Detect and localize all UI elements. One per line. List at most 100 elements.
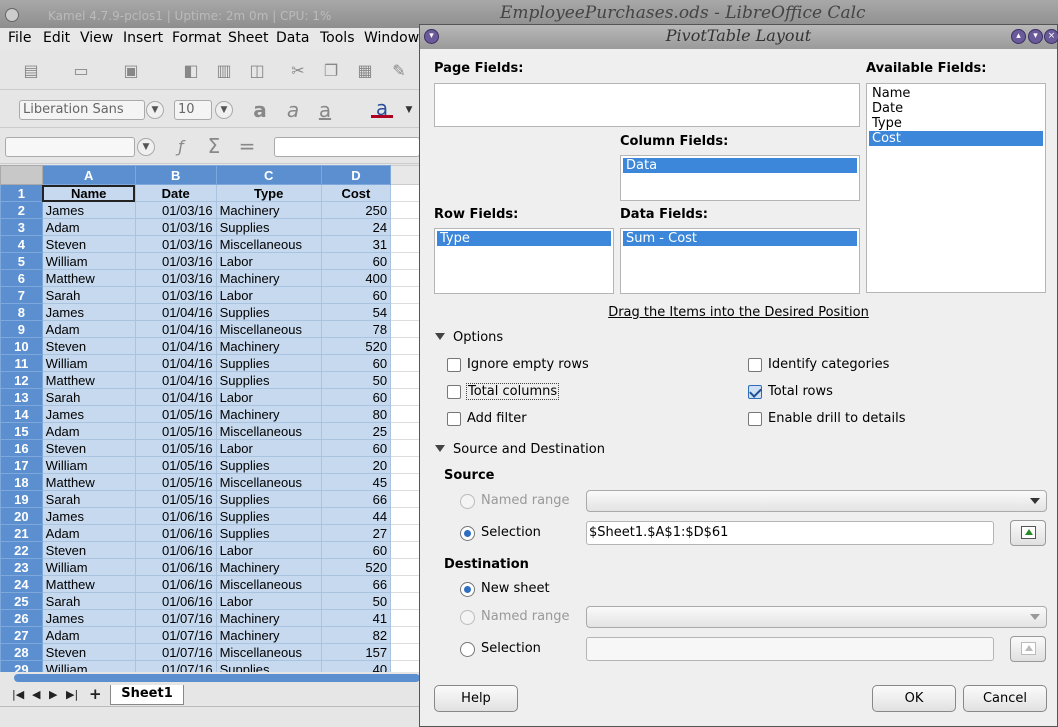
row-header[interactable]: 21 bbox=[0, 524, 43, 542]
cell[interactable]: Adam bbox=[41, 218, 136, 236]
cell[interactable]: Matthew bbox=[41, 371, 136, 389]
cell[interactable]: James bbox=[41, 303, 136, 321]
previous-sheet-icon[interactable]: ◀ bbox=[32, 688, 40, 701]
cell[interactable]: 01/06/16 bbox=[134, 575, 217, 593]
cell[interactable]: 45 bbox=[320, 473, 392, 491]
formula-icon[interactable]: = bbox=[236, 136, 258, 156]
cell[interactable]: 01/04/16 bbox=[134, 337, 217, 355]
font-name-box[interactable]: Liberation Sans bbox=[19, 100, 145, 120]
row-header[interactable]: 5 bbox=[0, 252, 43, 270]
cell-empty[interactable] bbox=[390, 303, 420, 321]
function-wizard-icon[interactable]: ƒ bbox=[170, 137, 192, 157]
print-icon[interactable]: ▥ bbox=[213, 61, 235, 81]
font-color-dropdown-icon[interactable]: ▼ bbox=[398, 100, 420, 120]
cell[interactable]: 27 bbox=[320, 524, 392, 542]
row-header[interactable]: 20 bbox=[0, 507, 43, 525]
cell[interactable]: Sarah bbox=[41, 592, 136, 610]
cell-empty[interactable] bbox=[390, 218, 420, 236]
menu-tools[interactable]: Tools bbox=[320, 30, 355, 46]
cell[interactable]: Adam bbox=[41, 320, 136, 338]
next-sheet-icon[interactable]: ▶ bbox=[49, 688, 57, 701]
row-header[interactable]: 22 bbox=[0, 541, 43, 559]
source-named-range-dropdown[interactable] bbox=[586, 490, 1047, 512]
row-header[interactable]: 2 bbox=[0, 201, 43, 219]
cell[interactable]: 01/03/16 bbox=[134, 235, 217, 253]
cell[interactable]: 60 bbox=[320, 286, 392, 304]
ignore-empty-rows-checkbox[interactable] bbox=[447, 358, 461, 372]
cell[interactable]: 01/06/16 bbox=[134, 558, 217, 576]
cell[interactable]: 01/07/16 bbox=[134, 643, 217, 661]
row-fields-area[interactable]: Type bbox=[434, 228, 614, 294]
cell[interactable]: Machinery bbox=[215, 405, 322, 423]
cell[interactable]: 25 bbox=[320, 422, 392, 440]
row-header[interactable]: 25 bbox=[0, 592, 43, 610]
cell[interactable]: Machinery bbox=[215, 337, 322, 355]
column-field-item[interactable]: Data bbox=[623, 158, 857, 173]
cell[interactable]: William bbox=[41, 354, 136, 372]
cell[interactable]: 01/05/16 bbox=[134, 456, 217, 474]
cell-empty[interactable] bbox=[390, 269, 420, 287]
cell[interactable]: James bbox=[41, 609, 136, 627]
cell[interactable]: Miscellaneous bbox=[215, 422, 322, 440]
name-box-dropdown-icon[interactable]: ▼ bbox=[137, 138, 155, 156]
help-button[interactable]: Help bbox=[434, 685, 518, 712]
shrink-destination-button[interactable] bbox=[1010, 636, 1046, 662]
cell[interactable]: Steven bbox=[41, 541, 136, 559]
cell[interactable]: Miscellaneous bbox=[215, 235, 322, 253]
cut-icon[interactable]: ✂ bbox=[287, 61, 309, 81]
row-header[interactable]: 15 bbox=[0, 422, 43, 440]
menu-edit[interactable]: Edit bbox=[43, 30, 70, 46]
formula-input[interactable] bbox=[274, 137, 420, 157]
row-header[interactable]: 11 bbox=[0, 354, 43, 372]
ok-button[interactable]: OK bbox=[872, 685, 956, 712]
cell[interactable]: 01/06/16 bbox=[134, 524, 217, 542]
cell[interactable]: Labor bbox=[215, 541, 322, 559]
select-all-corner[interactable] bbox=[0, 165, 43, 185]
cell[interactable]: 01/06/16 bbox=[134, 592, 217, 610]
last-sheet-icon[interactable]: ▶| bbox=[66, 688, 78, 701]
source-destination-expander[interactable]: Source and Destination bbox=[435, 442, 605, 457]
source-selection-radio[interactable] bbox=[460, 526, 475, 541]
row-header[interactable]: 16 bbox=[0, 439, 43, 457]
enable-drill-checkbox[interactable] bbox=[748, 412, 762, 426]
cell[interactable]: 01/05/16 bbox=[134, 439, 217, 457]
cell[interactable]: 01/05/16 bbox=[134, 490, 217, 508]
minimize-icon[interactable]: ▴ bbox=[1011, 29, 1026, 44]
cell-empty[interactable] bbox=[390, 235, 420, 253]
cell[interactable]: 01/03/16 bbox=[134, 252, 217, 270]
cell-empty[interactable] bbox=[390, 507, 420, 525]
cell[interactable]: Miscellaneous bbox=[215, 575, 322, 593]
cell[interactable]: 01/05/16 bbox=[134, 422, 217, 440]
cell-empty[interactable] bbox=[390, 660, 420, 672]
cell[interactable]: Steven bbox=[41, 337, 136, 355]
menu-sheet[interactable]: Sheet bbox=[228, 30, 268, 46]
cell[interactable]: 40 bbox=[320, 660, 392, 672]
options-expander[interactable]: Options bbox=[435, 330, 503, 345]
close-icon[interactable]: × bbox=[1044, 29, 1058, 44]
maximize-icon[interactable]: ▾ bbox=[1028, 29, 1043, 44]
row-header[interactable]: 19 bbox=[0, 490, 43, 508]
cell[interactable]: 31 bbox=[320, 235, 392, 253]
font-name-dropdown-icon[interactable]: ▼ bbox=[146, 101, 164, 119]
cell-empty[interactable] bbox=[390, 388, 420, 406]
cell[interactable]: Supplies bbox=[215, 371, 322, 389]
cell[interactable]: William bbox=[41, 558, 136, 576]
cell[interactable]: 20 bbox=[320, 456, 392, 474]
cell-empty[interactable] bbox=[390, 490, 420, 508]
total-columns-checkbox[interactable] bbox=[447, 385, 461, 399]
row-header[interactable]: 1 bbox=[0, 184, 43, 202]
list-item[interactable]: Name bbox=[869, 86, 1043, 101]
add-filter-label[interactable]: Add filter bbox=[467, 411, 527, 426]
cell[interactable]: 01/03/16 bbox=[134, 286, 217, 304]
cell[interactable]: Adam bbox=[41, 524, 136, 542]
cell[interactable]: 78 bbox=[320, 320, 392, 338]
dest-selection-input[interactable] bbox=[586, 637, 994, 661]
cell[interactable]: 01/07/16 bbox=[134, 609, 217, 627]
cell[interactable]: Supplies bbox=[215, 524, 322, 542]
export-pdf-icon[interactable]: ◧ bbox=[180, 61, 202, 81]
cell-empty[interactable] bbox=[390, 354, 420, 372]
shrink-source-button[interactable] bbox=[1010, 520, 1046, 546]
cell-empty[interactable] bbox=[390, 201, 420, 219]
cell[interactable]: Labor bbox=[215, 439, 322, 457]
data-field-item[interactable]: Sum - Cost bbox=[623, 231, 857, 246]
